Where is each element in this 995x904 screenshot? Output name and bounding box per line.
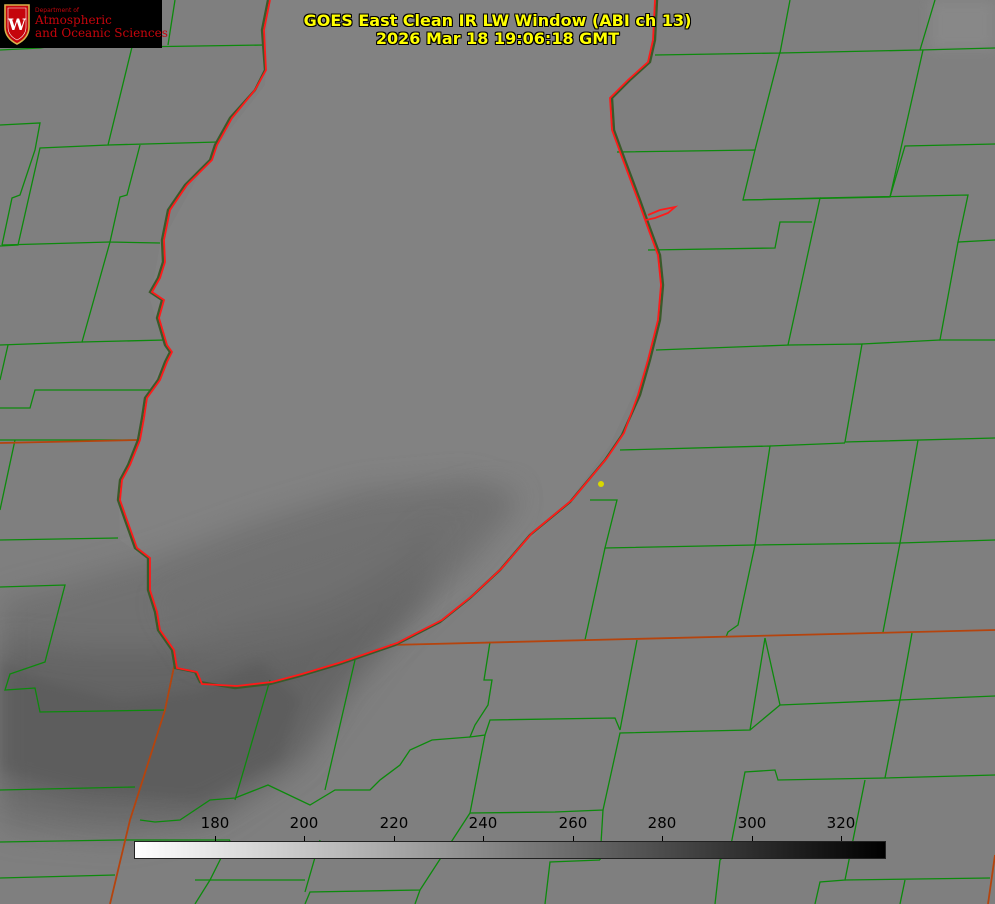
- image-title: GOES East Clean IR LW Window (ABI ch 13): [303, 11, 692, 30]
- colorbar-tick-label: 260: [558, 814, 588, 832]
- map-layer: [0, 0, 995, 904]
- colorbar-tick: [662, 836, 663, 841]
- colorbar-tick: [394, 836, 395, 841]
- colorbar: [134, 841, 886, 859]
- colorbar-tick-label: 180: [200, 814, 230, 832]
- colorbar-tick: [304, 836, 305, 841]
- image-timestamp: 2026 Mar 18 19:06:18 GMT: [375, 29, 620, 48]
- colorbar-tick-label: 280: [647, 814, 677, 832]
- ir-background: [0, 0, 995, 904]
- satellite-map: W Department of Atmospheric and Oceanic …: [0, 0, 995, 904]
- location-marker: [598, 481, 604, 487]
- colorbar-tick-label: 240: [468, 814, 498, 832]
- colorbar-tick: [752, 836, 753, 841]
- colorbar-tick-label: 320: [826, 814, 856, 832]
- colorbar-tick-label: 300: [737, 814, 767, 832]
- colorbar-tick: [841, 836, 842, 841]
- colorbar-tick: [573, 836, 574, 841]
- colorbar-tick-label: 200: [289, 814, 319, 832]
- colorbar-tick: [215, 836, 216, 841]
- colorbar-tick: [483, 836, 484, 841]
- colorbar-tick-label: 220: [379, 814, 409, 832]
